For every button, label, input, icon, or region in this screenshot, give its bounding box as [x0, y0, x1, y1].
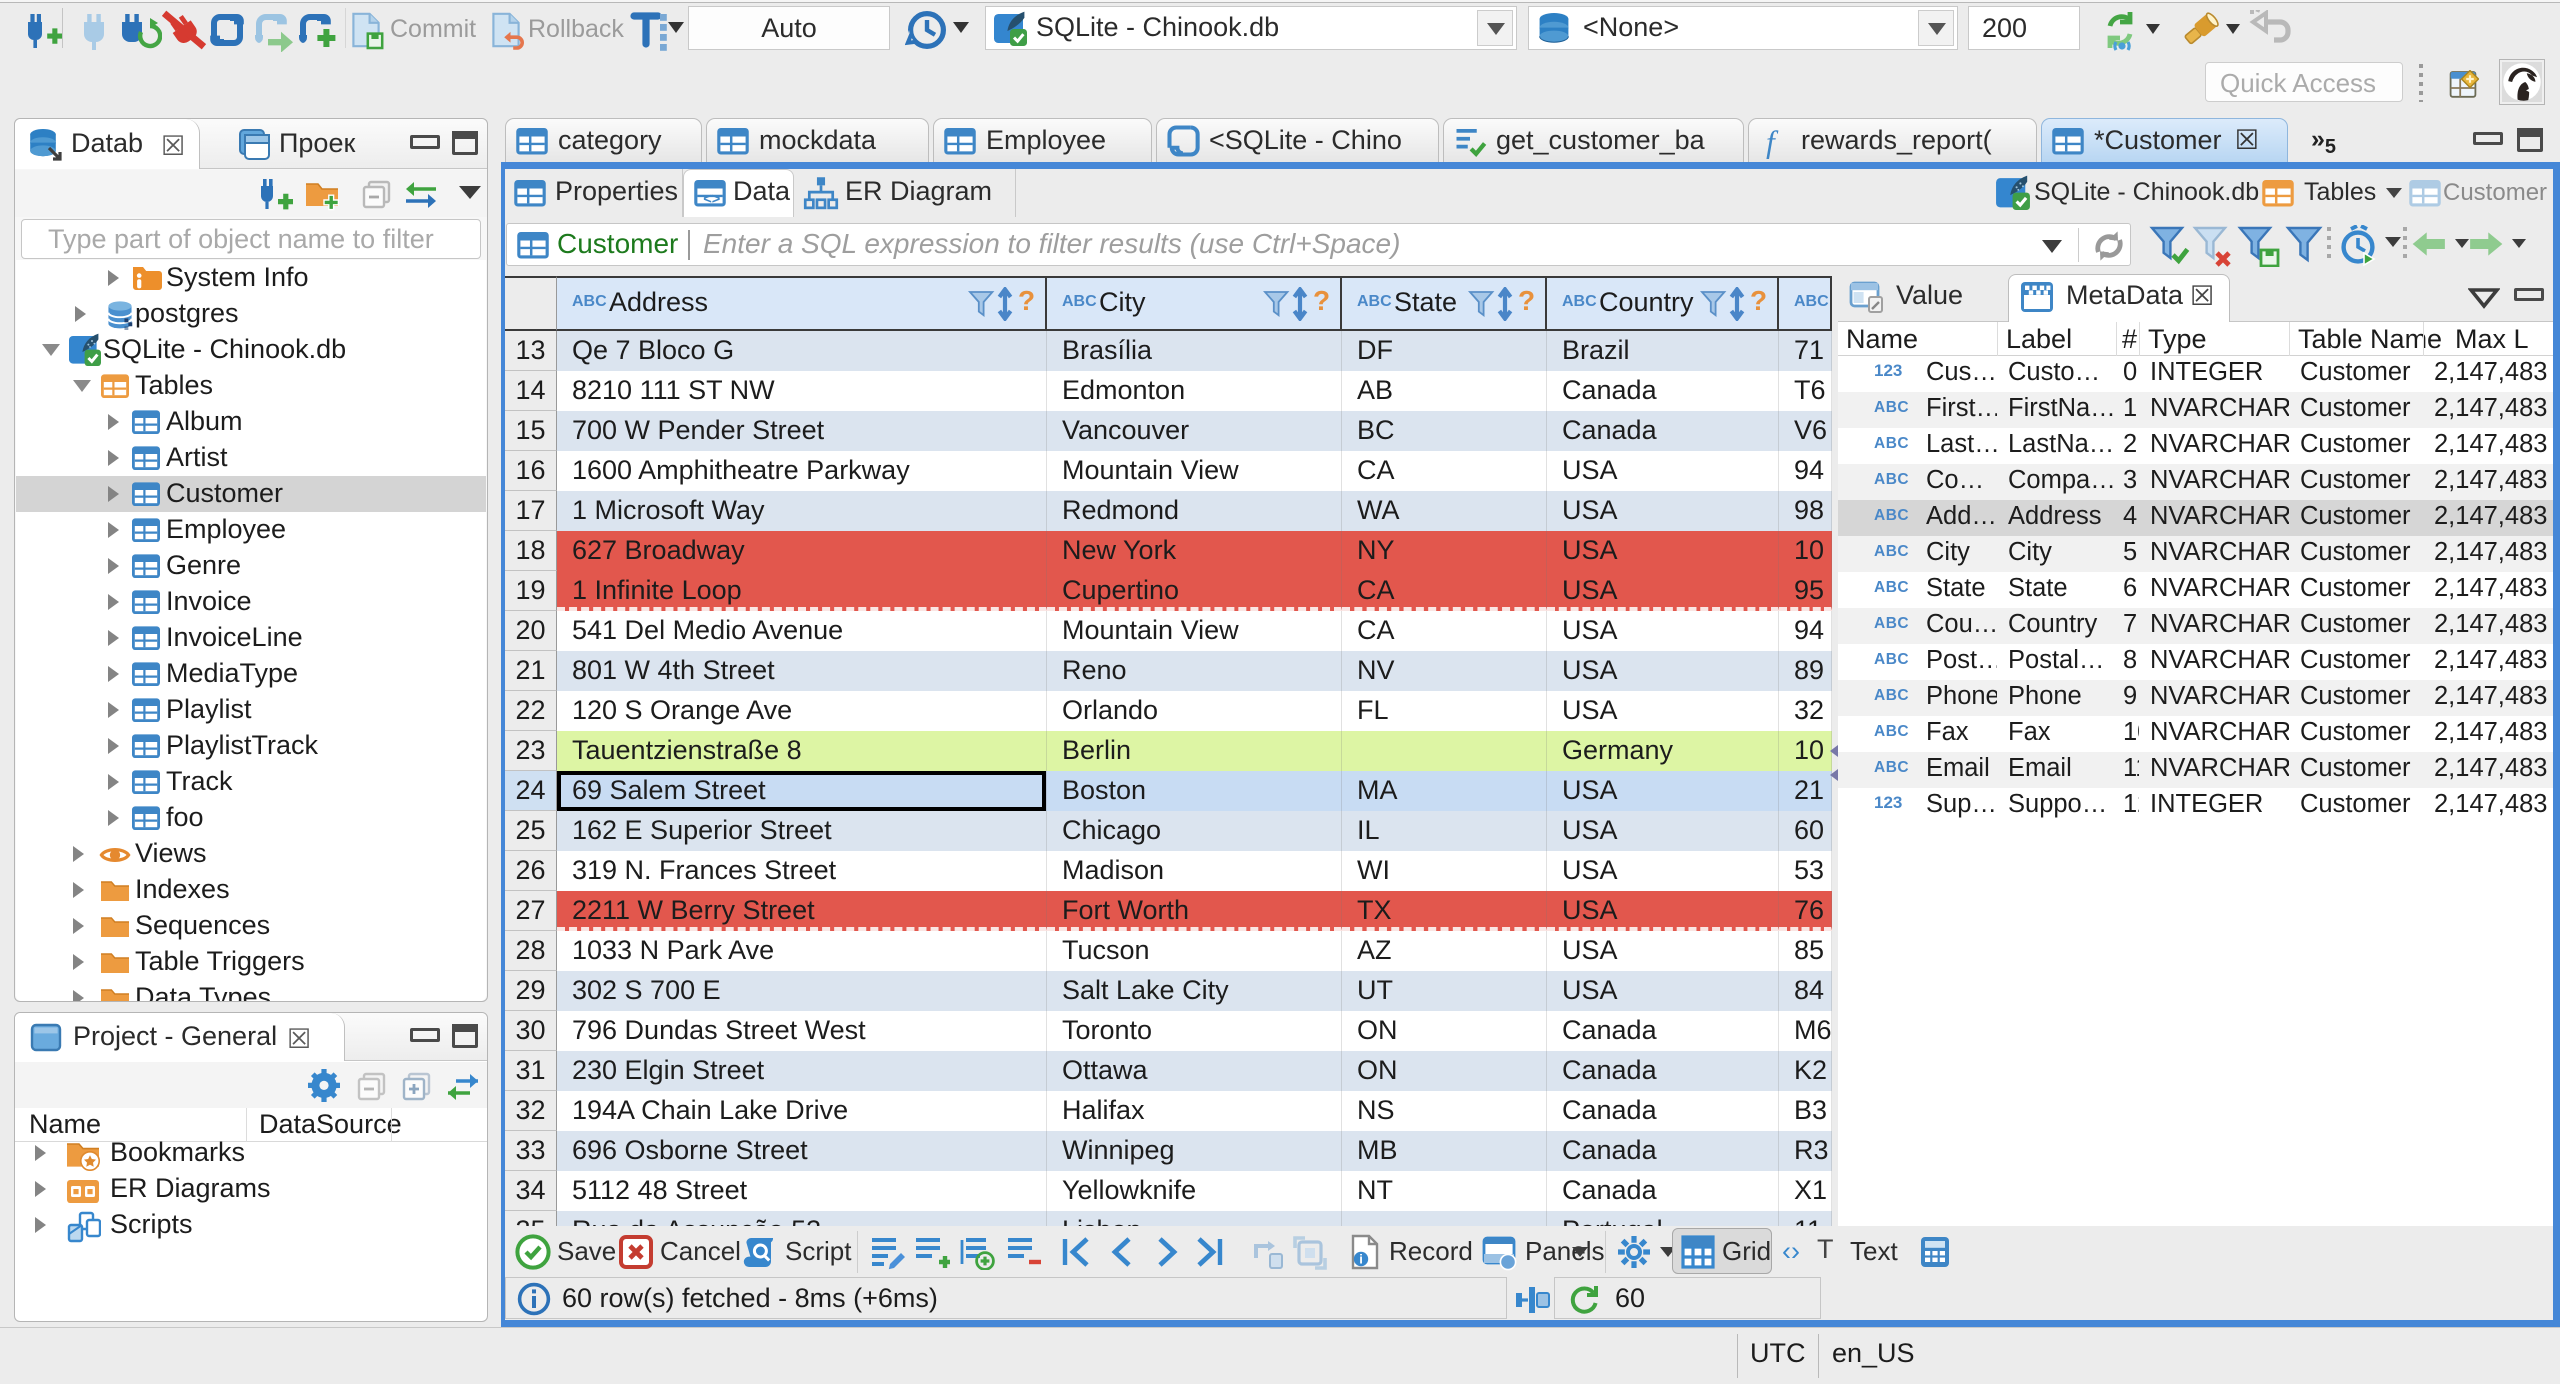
svg-text:f: f [1766, 124, 1779, 159]
svg-text:<>: <> [703, 191, 720, 207]
svg-text:i: i [1359, 1251, 1363, 1266]
